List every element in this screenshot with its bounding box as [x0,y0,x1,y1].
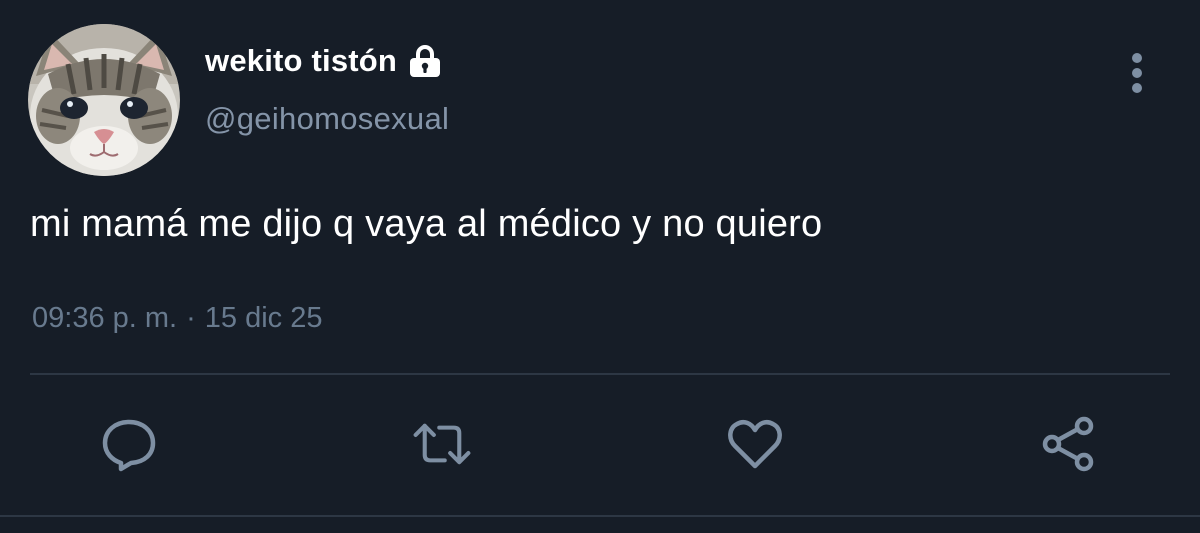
like-icon [728,420,782,469]
author-handle[interactable]: @geihomosexual [205,101,449,137]
retweet-icon [413,423,471,465]
tweet-timestamp[interactable]: 09:36 p. m. · 15 dic 25 [32,302,322,335]
reply-icon [102,419,156,472]
cat-avatar-image [28,24,180,176]
reply-button[interactable] [99,414,159,474]
share-icon [1042,416,1094,472]
like-button[interactable] [725,414,785,474]
tweet-time: 09:36 p. m. [32,302,178,334]
lock-icon [407,43,443,79]
divider [30,373,1170,375]
tweet-card: wekito tistón @geihomosexual mi mamá me … [0,0,1200,533]
meta-separator: · [186,302,196,334]
retweet-button[interactable] [412,414,472,474]
author-display-name[interactable]: wekito tistón [205,43,397,79]
tweet-date: 15 dic 25 [204,302,323,334]
avatar[interactable] [28,24,180,176]
more-options-icon[interactable] [1122,52,1152,94]
tweet-text: mi mamá me dijo q vaya al médico y no qu… [30,203,823,245]
bottom-divider [0,515,1200,517]
author-name-row: wekito tistón [205,40,443,82]
share-button[interactable] [1038,414,1098,474]
